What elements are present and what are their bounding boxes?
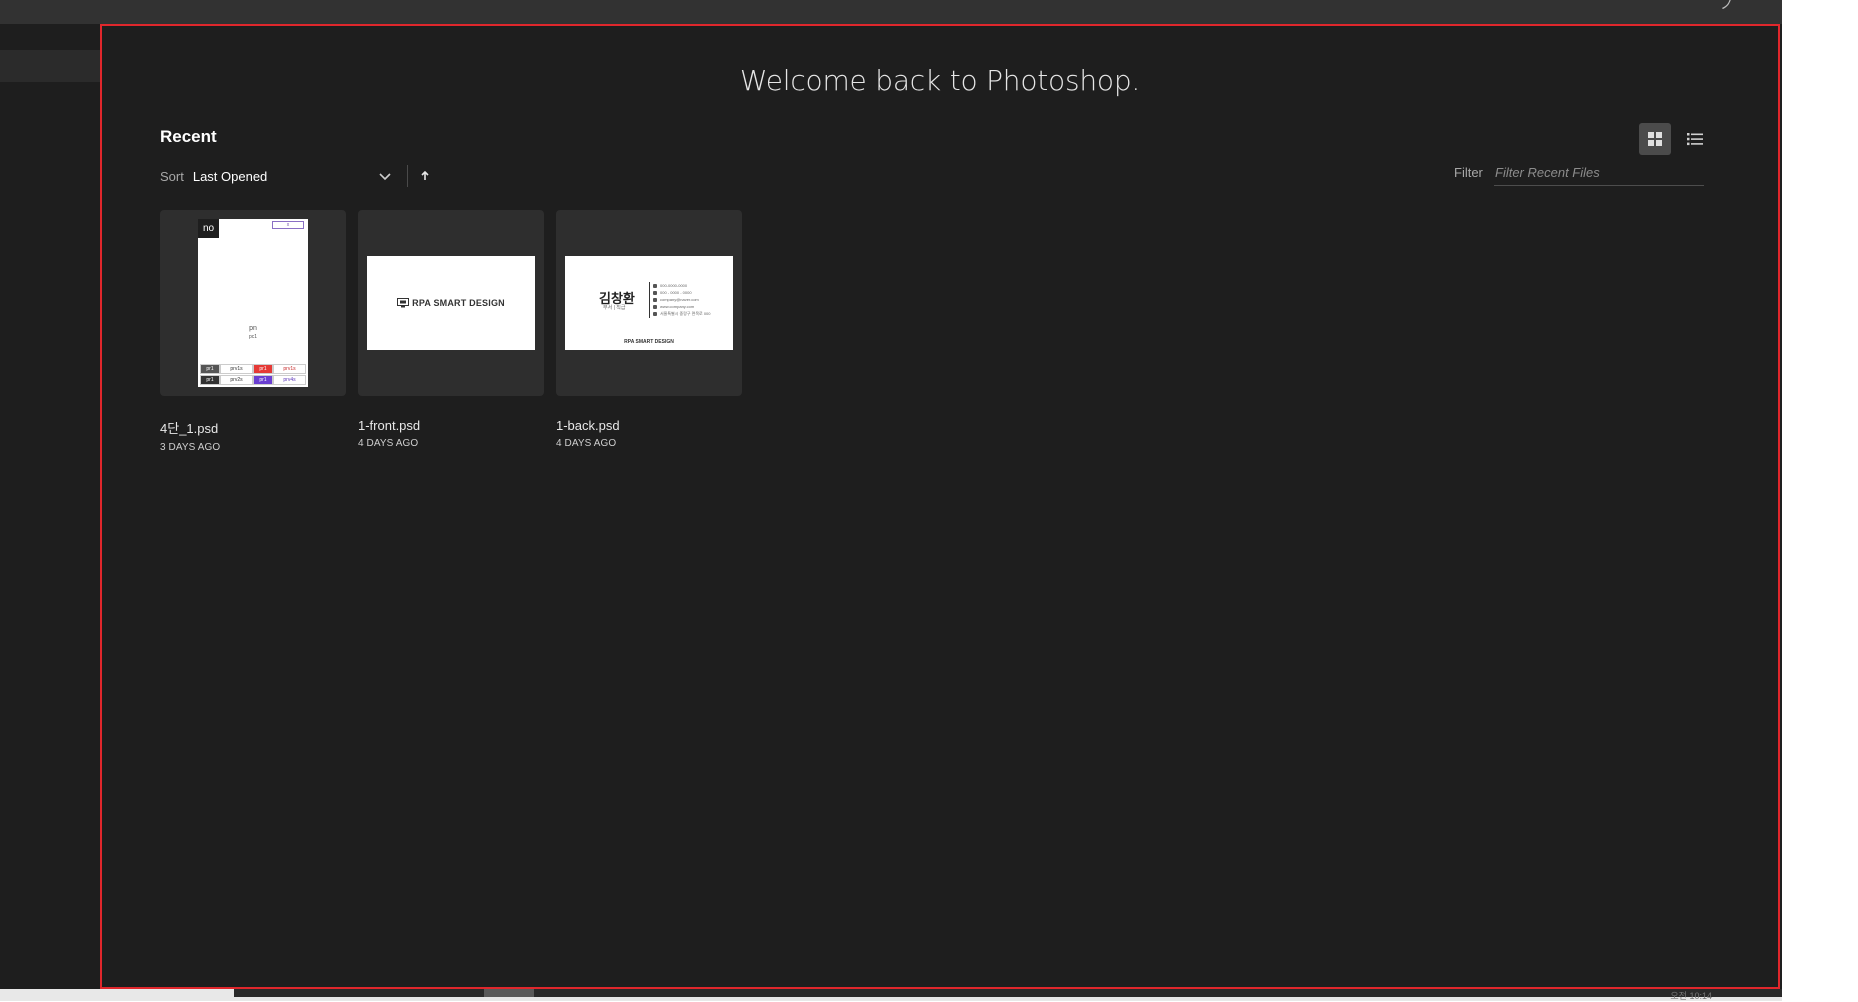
sort-dropdown[interactable]: Last Opened [193,168,393,184]
sort-label: Sort [160,168,184,184]
thumb-contact-line: company@naver.com [653,296,711,303]
file-date: 4 DAYS AGO [556,438,617,449]
file-thumbnail-frame: no x pn pc1 pr1 prv1s pr1 prv1s pr1 prv2… [160,210,346,396]
recent-title: Recent [160,127,217,146]
thumb-box-label: x [272,221,304,229]
left-rail [0,24,100,989]
recent-file-card[interactable]: no x pn pc1 pr1 prv1s pr1 prv1s pr1 prv2… [160,210,346,453]
thumb-grid-row: pr1 prv2s pr1 prv4s [200,375,306,385]
home-screen: Welcome back to Photoshop. Recent Sort L… [100,24,1780,989]
thumb-contact-line: 000-0000-0000 [653,282,711,289]
logo-mark-icon [397,298,410,308]
sort-direction-arrow-icon[interactable] [420,170,430,182]
file-thumbnail: no x pn pc1 pr1 prv1s pr1 prv1s pr1 prv2… [198,219,308,387]
thumb-logo: RPA SMART DESIGN [367,256,535,350]
globe-icon [653,304,657,309]
top-bar: ノ [0,0,1782,24]
grid-view-button[interactable] [1639,123,1671,155]
thumb-cell: pr1 [200,364,220,374]
thumb-cell: pr1 [253,375,273,385]
thumb-contact-text: company@naver.com [660,297,699,302]
thumb-person-role: 부서 | 직급 [603,305,626,311]
thumb-contact-line: 000 - 0000 - 0000 [653,289,711,296]
thumb-contact-text: www.company.com [660,304,695,309]
chevron-down-icon [379,173,391,181]
thumb-contact-line: 서울특별시 중랑구 면목로 000 [653,310,711,317]
recent-file-card[interactable]: 김창환 부서 | 직급 000-0000-0000 000 - 0000 - 0… [556,210,742,449]
taskbar-clock: 오전 10:14 [1670,991,1712,1001]
thumb-logo-text: RPA SMART DESIGN [412,298,505,308]
mail-icon [653,297,657,302]
thumb-cell: pr1 [253,364,273,374]
thumb-grid-row: pr1 prv1s pr1 prv1s [200,364,306,374]
menu-glyph-icon[interactable]: ノ [1720,0,1734,14]
file-thumbnail-frame: RPA SMART DESIGN [358,210,544,396]
thumb-grid: pr1 prv1s pr1 prv1s pr1 prv2s pr1 prv4s [200,363,306,385]
file-thumbnail: 김창환 부서 | 직급 000-0000-0000 000 - 0000 - 0… [565,256,733,350]
taskbar-strip: 오전 10:14 [0,989,1782,1001]
mobile-icon [653,290,657,295]
thumb-pn-text: pn [249,325,257,332]
welcome-heading: Welcome back to Photoshop. [739,64,1141,97]
thumb-cell: prv4s [273,375,306,385]
list-view-icon [1687,133,1703,146]
photoshop-app: ノ Welcome back to Photoshop. Recent Sort… [0,0,1782,1001]
file-thumbnail-frame: 김창환 부서 | 직급 000-0000-0000 000 - 0000 - 0… [556,210,742,396]
thumb-cell: pr1 [200,375,220,385]
thumb-contact-text: 000 - 0000 - 0000 [660,290,692,295]
thumb-contact-lines: 000-0000-0000 000 - 0000 - 0000 company@… [653,282,711,317]
thumb-divider [649,282,650,318]
sort-value: Last Opened [192,168,268,184]
file-name: 1-back.psd [556,418,620,433]
thumb-pc-text: pc1 [248,334,258,340]
thumb-contact-text: 서울특별시 중랑구 면목로 000 [660,310,711,316]
thumb-cell: prv1s [220,364,253,374]
list-view-button[interactable] [1679,123,1711,155]
file-thumbnail: RPA SMART DESIGN [367,256,535,350]
taskbar-active-item[interactable] [484,989,534,997]
file-name: 1-front.psd [358,418,421,433]
file-name: 4단_1.psd [160,421,219,436]
thumb-tag: no [198,219,219,238]
thumb-logo-text: RPA SMART DESIGN [624,339,674,345]
phone-icon [653,283,657,288]
grid-view-icon [1648,132,1662,146]
sort-divider [406,165,408,187]
thumb-cell: prv2s [220,375,253,385]
file-date: 4 DAYS AGO [358,438,419,449]
sort-controls: Sort Last Opened [160,165,430,187]
file-date: 3 DAYS AGO [160,442,221,453]
left-rail-item-home[interactable] [0,50,100,82]
filter-recent-files-input[interactable] [1494,160,1704,186]
recent-file-card[interactable]: RPA SMART DESIGN 1-front.psd 4 DAYS AGO [358,210,544,449]
filter-label: Filter [1454,165,1483,180]
taskbar-segment [234,989,1782,997]
thumb-contact-text: 000-0000-0000 [660,283,688,288]
thumb-contact-line: www.company.com [653,303,711,310]
thumb-cell: prv1s [273,364,306,374]
location-pin-icon [653,311,657,316]
